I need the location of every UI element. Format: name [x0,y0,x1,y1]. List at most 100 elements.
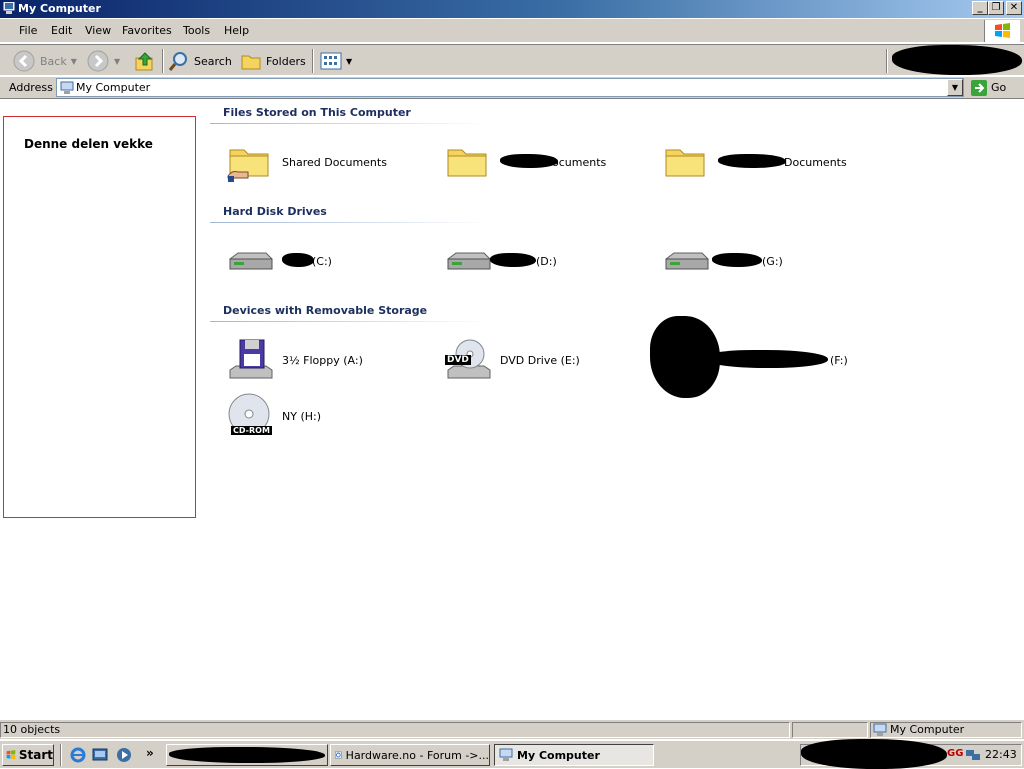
my-computer-icon [499,748,513,761]
go-label: Go [991,81,1007,94]
redacted-area [801,739,947,769]
folder-up-icon [135,52,153,71]
status-location: My Computer [870,722,1022,738]
address-input[interactable]: My Computer ▼ [56,78,964,97]
close-icon: ✕ [1009,2,1019,13]
quick-launch-more-icon[interactable]: » [146,746,154,760]
folders-label: Folders [266,54,306,68]
dvd-badge: DVD [445,355,471,365]
menu-view[interactable]: View [85,24,111,37]
internet-explorer-icon [335,751,342,759]
windows-logo-icon [984,20,1020,42]
up-button[interactable] [134,49,156,73]
address-bar: Address My Computer ▼ Go [0,77,1024,99]
item-label: DVD Drive (E:) [500,353,580,367]
close-button[interactable]: ✕ [1006,1,1022,15]
redacted-area [704,349,828,368]
item-user-documents-2[interactable]: Documents [662,138,847,186]
windows-logo-icon [6,750,16,760]
menu-tools[interactable]: Tools [183,24,210,37]
cd-rom-icon: CD-ROM [226,392,274,440]
cd-rom-badge: CD-ROM [231,426,272,435]
back-button[interactable]: Back ▼ [12,49,77,73]
folders-button[interactable]: Folders [240,49,306,73]
redacted-area [169,747,325,763]
item-drive-c[interactable]: (C:) [226,237,332,285]
minimize-button[interactable]: _ [972,1,988,15]
task-label: Hardware.no - Forum ->... [345,748,489,762]
media-player-icon[interactable] [116,747,132,763]
start-label: Start [18,748,53,762]
section-divider [210,123,490,124]
item-drive-f[interactable]: (F:) [650,316,848,398]
item-label: (D:) [536,254,557,268]
item-label-wrap: (F:) [704,349,848,368]
menu-file[interactable]: File [19,24,37,37]
restore-button[interactable]: ❐ [988,1,1004,15]
search-icon [168,52,187,71]
redacted-area [490,252,536,267]
taskbar-task-my-computer[interactable]: My Computer [494,744,654,766]
chevron-down-icon: ▼ [114,56,121,66]
forward-button[interactable]: ▼ [86,49,120,73]
item-label: ocuments [552,155,607,169]
search-button[interactable]: Search [168,49,232,73]
clock[interactable]: 22:43 [985,748,1017,761]
item-label: (F:) [830,353,848,367]
item-dvd-e[interactable]: DVD DVD Drive (E:) [444,336,580,384]
status-blank [792,722,868,738]
item-label-wrap: (G:) [712,252,783,268]
section-title: Files Stored on This Computer [223,106,411,119]
taskbar: Start » Hardware.no - Forum ->... My Com… [0,739,1024,769]
item-drive-d[interactable]: (D:) [444,237,557,285]
search-label: Search [194,54,232,68]
chevron-down-icon: ▼ [951,83,959,92]
chevron-down-icon: ▼ [346,56,353,66]
section-title: Devices with Removable Storage [223,304,428,317]
minimize-icon: _ [977,2,983,13]
section-header-removable: Devices with Removable Storage [210,302,490,322]
start-button[interactable]: Start [2,744,54,766]
title-bar[interactable]: My Computer _ ❐ ✕ [0,0,1024,18]
taskbar-redacted-task[interactable] [166,744,328,766]
item-cdrom-h[interactable]: CD-ROM NY (H:) [226,392,321,440]
antivirus-tray-icon[interactable]: GG [947,748,963,759]
toolbar-separator [162,49,164,73]
section-title: Hard Disk Drives [223,205,327,218]
floppy-drive-icon [229,339,273,379]
redacted-area [892,45,1022,75]
item-label: (C:) [312,254,332,268]
menu-help[interactable]: Help [224,24,249,37]
section-header-files: Files Stored on This Computer [210,104,490,124]
item-shared-documents[interactable]: Shared Documents [226,138,387,186]
hard-drive-icon [665,252,709,270]
my-computer-icon [3,2,15,14]
menu-bar: File Edit View Favorites Tools Help [0,19,1024,43]
redacted-area [718,153,786,168]
menu-favorites[interactable]: Favorites [122,24,172,37]
item-floppy-a[interactable]: 3½ Floppy (A:) [226,336,363,384]
hard-drive-icon [447,252,491,270]
toolbar-separator [886,49,888,73]
item-label-wrap: (D:) [490,252,557,268]
section-header-drives: Hard Disk Drives [210,203,490,223]
network-tray-icon[interactable] [965,748,981,762]
restore-icon: ❐ [991,2,1001,13]
section-divider [210,222,490,223]
taskbar-task-forum[interactable]: Hardware.no - Forum ->... [330,744,490,766]
go-button[interactable]: Go [968,78,1022,97]
item-label-wrap: (C:) [282,252,332,268]
toolbar-separator [312,49,314,73]
item-label: Documents [784,155,847,169]
go-arrow-icon [971,79,987,96]
redacted-area [712,252,762,267]
views-button[interactable]: ▼ [320,49,352,73]
address-dropdown-button[interactable]: ▼ [947,79,963,96]
menu-edit[interactable]: Edit [51,24,72,37]
item-drive-g[interactable]: (G:) [662,237,783,285]
address-value: My Computer [76,81,151,94]
show-desktop-icon[interactable] [92,747,108,763]
item-user-documents-1[interactable]: ocuments [444,138,606,186]
annotation-box: Denne delen vekke [3,116,196,518]
internet-explorer-icon[interactable] [70,747,86,763]
